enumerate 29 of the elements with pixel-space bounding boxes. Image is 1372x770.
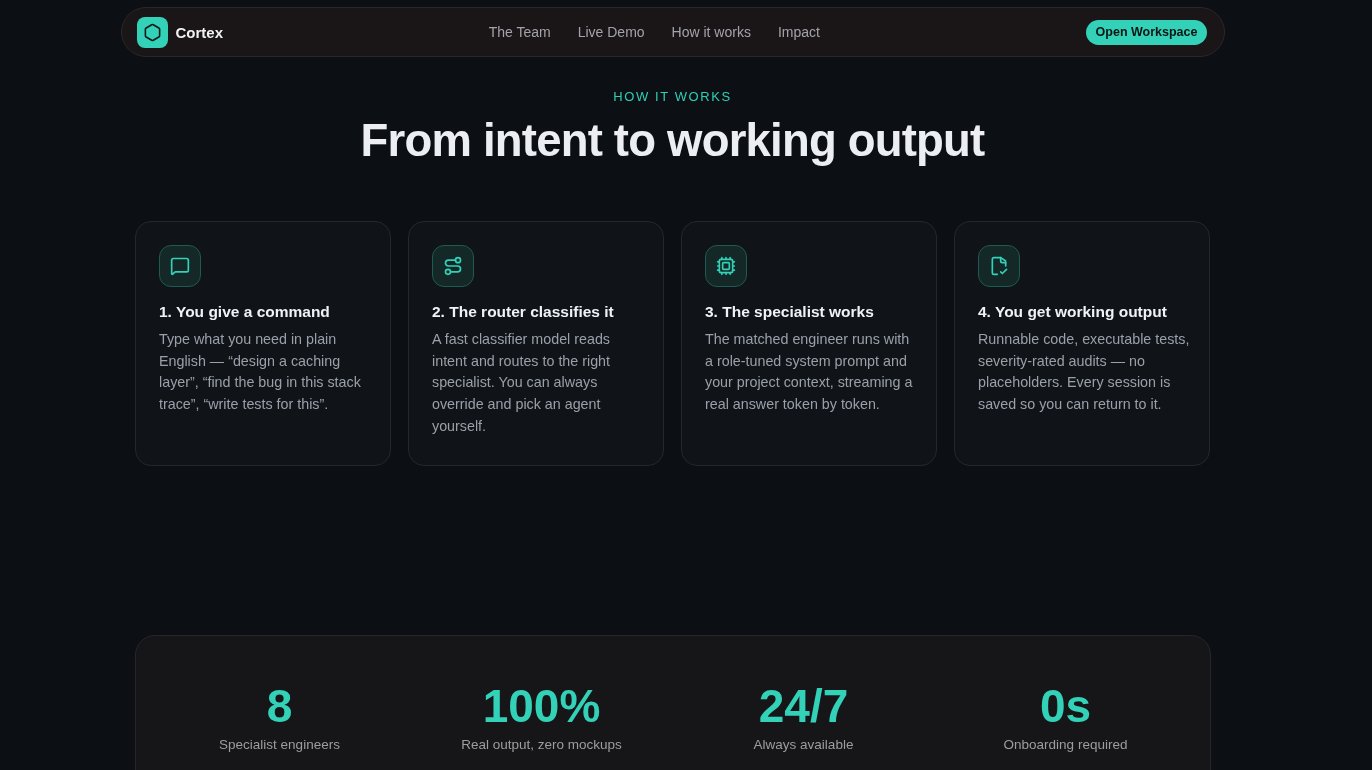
step-description: Type what you need in plain English — “design a caching layer”, “find the bug in this stack trace”, “write tests for this”. — [159, 330, 362, 415]
stat-label: Onboarding required — [1003, 737, 1128, 753]
nav-link[interactable]: The Team — [488, 24, 551, 40]
open-workspace-button[interactable]: Open Workspace — [1085, 19, 1208, 45]
nav-link[interactable]: Impact — [777, 24, 820, 40]
step-title: 1. You give a command — [159, 302, 331, 322]
step-title: 4. You get working output — [978, 302, 1168, 322]
chat-bubble-icon — [170, 256, 190, 276]
step-title: 2. The router classifies it — [432, 302, 615, 322]
stat-label: Specialist engineers — [219, 737, 340, 753]
file-check-icon — [989, 256, 1009, 276]
stat-label: Always available — [753, 737, 854, 753]
stat-value: 8 — [266, 681, 293, 731]
stat-label: Real output, zero mockups — [461, 737, 622, 753]
brand-name: Cortex — [175, 23, 223, 41]
step-description: A fast classifier model reads intent and routes to the right specialist. You can always override and pick an agent yourself. — [432, 330, 612, 436]
nav-link[interactable]: How it works — [671, 24, 751, 40]
hexagon-logo-icon — [136, 16, 168, 48]
section-title: From intent to working output — [360, 114, 985, 168]
step-title: 3. The specialist works — [705, 302, 875, 322]
section-eyebrow: HOW IT WORKS — [613, 89, 732, 105]
nav-link[interactable]: Live Demo — [577, 24, 645, 40]
stat-value: 0s — [1039, 681, 1092, 731]
route-icon — [443, 256, 463, 276]
step-description: Runnable code, executable tests, severity-rated audits — no placeholders. Every session is saved so you can return to it. — [978, 330, 1191, 415]
chip-icon — [716, 256, 736, 276]
stat-value: 100% — [482, 681, 601, 731]
step-description: The matched engineer runs with a role-tuned system prompt and your project context, streaming a real answer token by token. — [705, 330, 914, 415]
stat-value: 24/7 — [758, 681, 849, 731]
